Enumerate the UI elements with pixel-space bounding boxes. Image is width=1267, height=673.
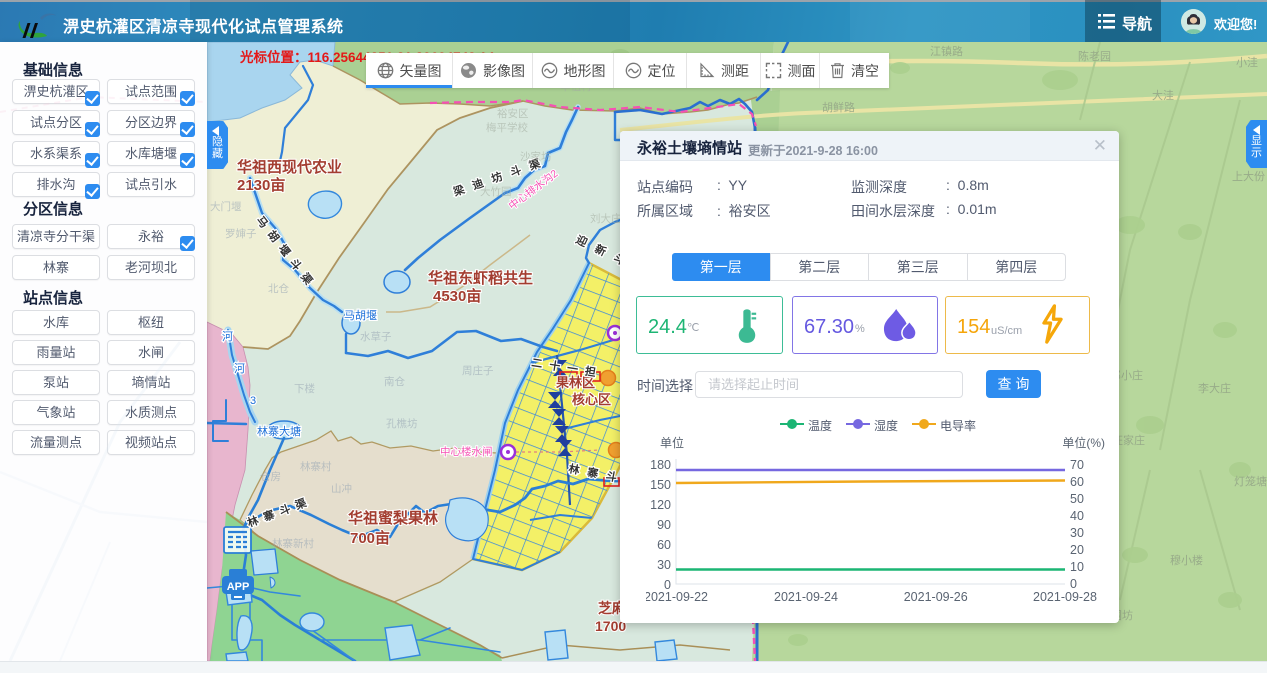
svg-text:梅平学校: 梅平学校 bbox=[486, 121, 528, 134]
svg-text:周庄子: 周庄子 bbox=[462, 364, 494, 377]
svg-text:60: 60 bbox=[657, 538, 671, 552]
svg-text:40: 40 bbox=[1070, 509, 1084, 523]
svg-text:单位: 单位 bbox=[660, 435, 684, 450]
svg-text:南仓: 南仓 bbox=[384, 375, 405, 388]
svg-text:裕安区: 裕安区 bbox=[497, 107, 529, 120]
svg-text:60: 60 bbox=[1070, 475, 1084, 489]
svg-text:单位(%): 单位(%) bbox=[1062, 435, 1105, 450]
svg-text:180: 180 bbox=[650, 458, 671, 472]
svg-text:2130亩: 2130亩 bbox=[237, 176, 285, 194]
svg-text:河: 河 bbox=[222, 330, 233, 343]
svg-text:孔樵坊: 孔樵坊 bbox=[386, 417, 418, 430]
svg-text:华祖东虾稻共生: 华祖东虾稻共生 bbox=[428, 269, 533, 287]
svg-text:下楼: 下楼 bbox=[294, 382, 315, 395]
svg-text:江镇路: 江镇路 bbox=[930, 44, 963, 58]
svg-text:穆小楼: 穆小楼 bbox=[1170, 553, 1203, 567]
svg-text:50: 50 bbox=[1070, 492, 1084, 506]
svg-text:河: 河 bbox=[234, 362, 245, 375]
svg-text:林寨村: 林寨村 bbox=[300, 460, 332, 473]
svg-text:小洼: 小洼 bbox=[1236, 55, 1258, 69]
svg-text:4530亩: 4530亩 bbox=[433, 287, 481, 305]
svg-text:2021-09-28: 2021-09-28 bbox=[1033, 590, 1097, 604]
svg-text:林寨大塘: 林寨大塘 bbox=[257, 424, 301, 438]
svg-text:仓房: 仓房 bbox=[260, 470, 281, 483]
svg-text:马胡堰: 马胡堰 bbox=[344, 308, 377, 322]
svg-text:2021-09-22: 2021-09-22 bbox=[646, 590, 708, 604]
svg-text:大洼: 大洼 bbox=[1152, 88, 1174, 102]
svg-text:华祖西现代农业: 华祖西现代农业 bbox=[237, 158, 342, 176]
svg-text:20: 20 bbox=[1070, 543, 1084, 557]
svg-text:30: 30 bbox=[1070, 526, 1084, 540]
svg-text:2021-09-24: 2021-09-24 bbox=[774, 590, 838, 604]
svg-text:刘大庄: 刘大庄 bbox=[590, 212, 622, 225]
svg-text:北仓: 北仓 bbox=[268, 282, 289, 295]
svg-text:2021-09-26: 2021-09-26 bbox=[904, 590, 968, 604]
svg-text:0: 0 bbox=[1070, 577, 1077, 591]
svg-text:核心区: 核心区 bbox=[572, 392, 611, 407]
svg-text:150: 150 bbox=[650, 478, 671, 492]
svg-text:山冲: 山冲 bbox=[331, 482, 352, 495]
svg-text:罗婶子: 罗婶子 bbox=[225, 227, 257, 240]
svg-text:胡鲜路: 胡鲜路 bbox=[822, 100, 855, 114]
svg-text:林寨新村: 林寨新村 bbox=[272, 537, 314, 550]
svg-text:中心楼水闸: 中心楼水闸 bbox=[440, 445, 493, 458]
svg-text:陈老园: 陈老园 bbox=[1078, 49, 1111, 63]
svg-text:上大份: 上大份 bbox=[1232, 169, 1265, 183]
svg-text:10: 10 bbox=[1070, 560, 1084, 574]
svg-text:华祖蜜梨果林: 华祖蜜梨果林 bbox=[348, 509, 439, 527]
svg-text:120: 120 bbox=[650, 498, 671, 512]
svg-text:3: 3 bbox=[250, 395, 256, 407]
svg-text:水草子: 水草子 bbox=[360, 331, 392, 343]
svg-text:700亩: 700亩 bbox=[350, 529, 390, 547]
svg-text:90: 90 bbox=[657, 518, 671, 532]
svg-text:70: 70 bbox=[1070, 458, 1084, 472]
svg-text:大门堰: 大门堰 bbox=[210, 200, 242, 213]
svg-text:APP: APP bbox=[227, 581, 250, 593]
svg-text:灯笼塘: 灯笼塘 bbox=[1234, 474, 1267, 488]
svg-text:沙家坊: 沙家坊 bbox=[520, 150, 552, 163]
svg-text:大竹园: 大竹园 bbox=[480, 185, 512, 198]
svg-text:李大庄: 李大庄 bbox=[1198, 381, 1231, 395]
svg-text:30: 30 bbox=[657, 558, 671, 572]
